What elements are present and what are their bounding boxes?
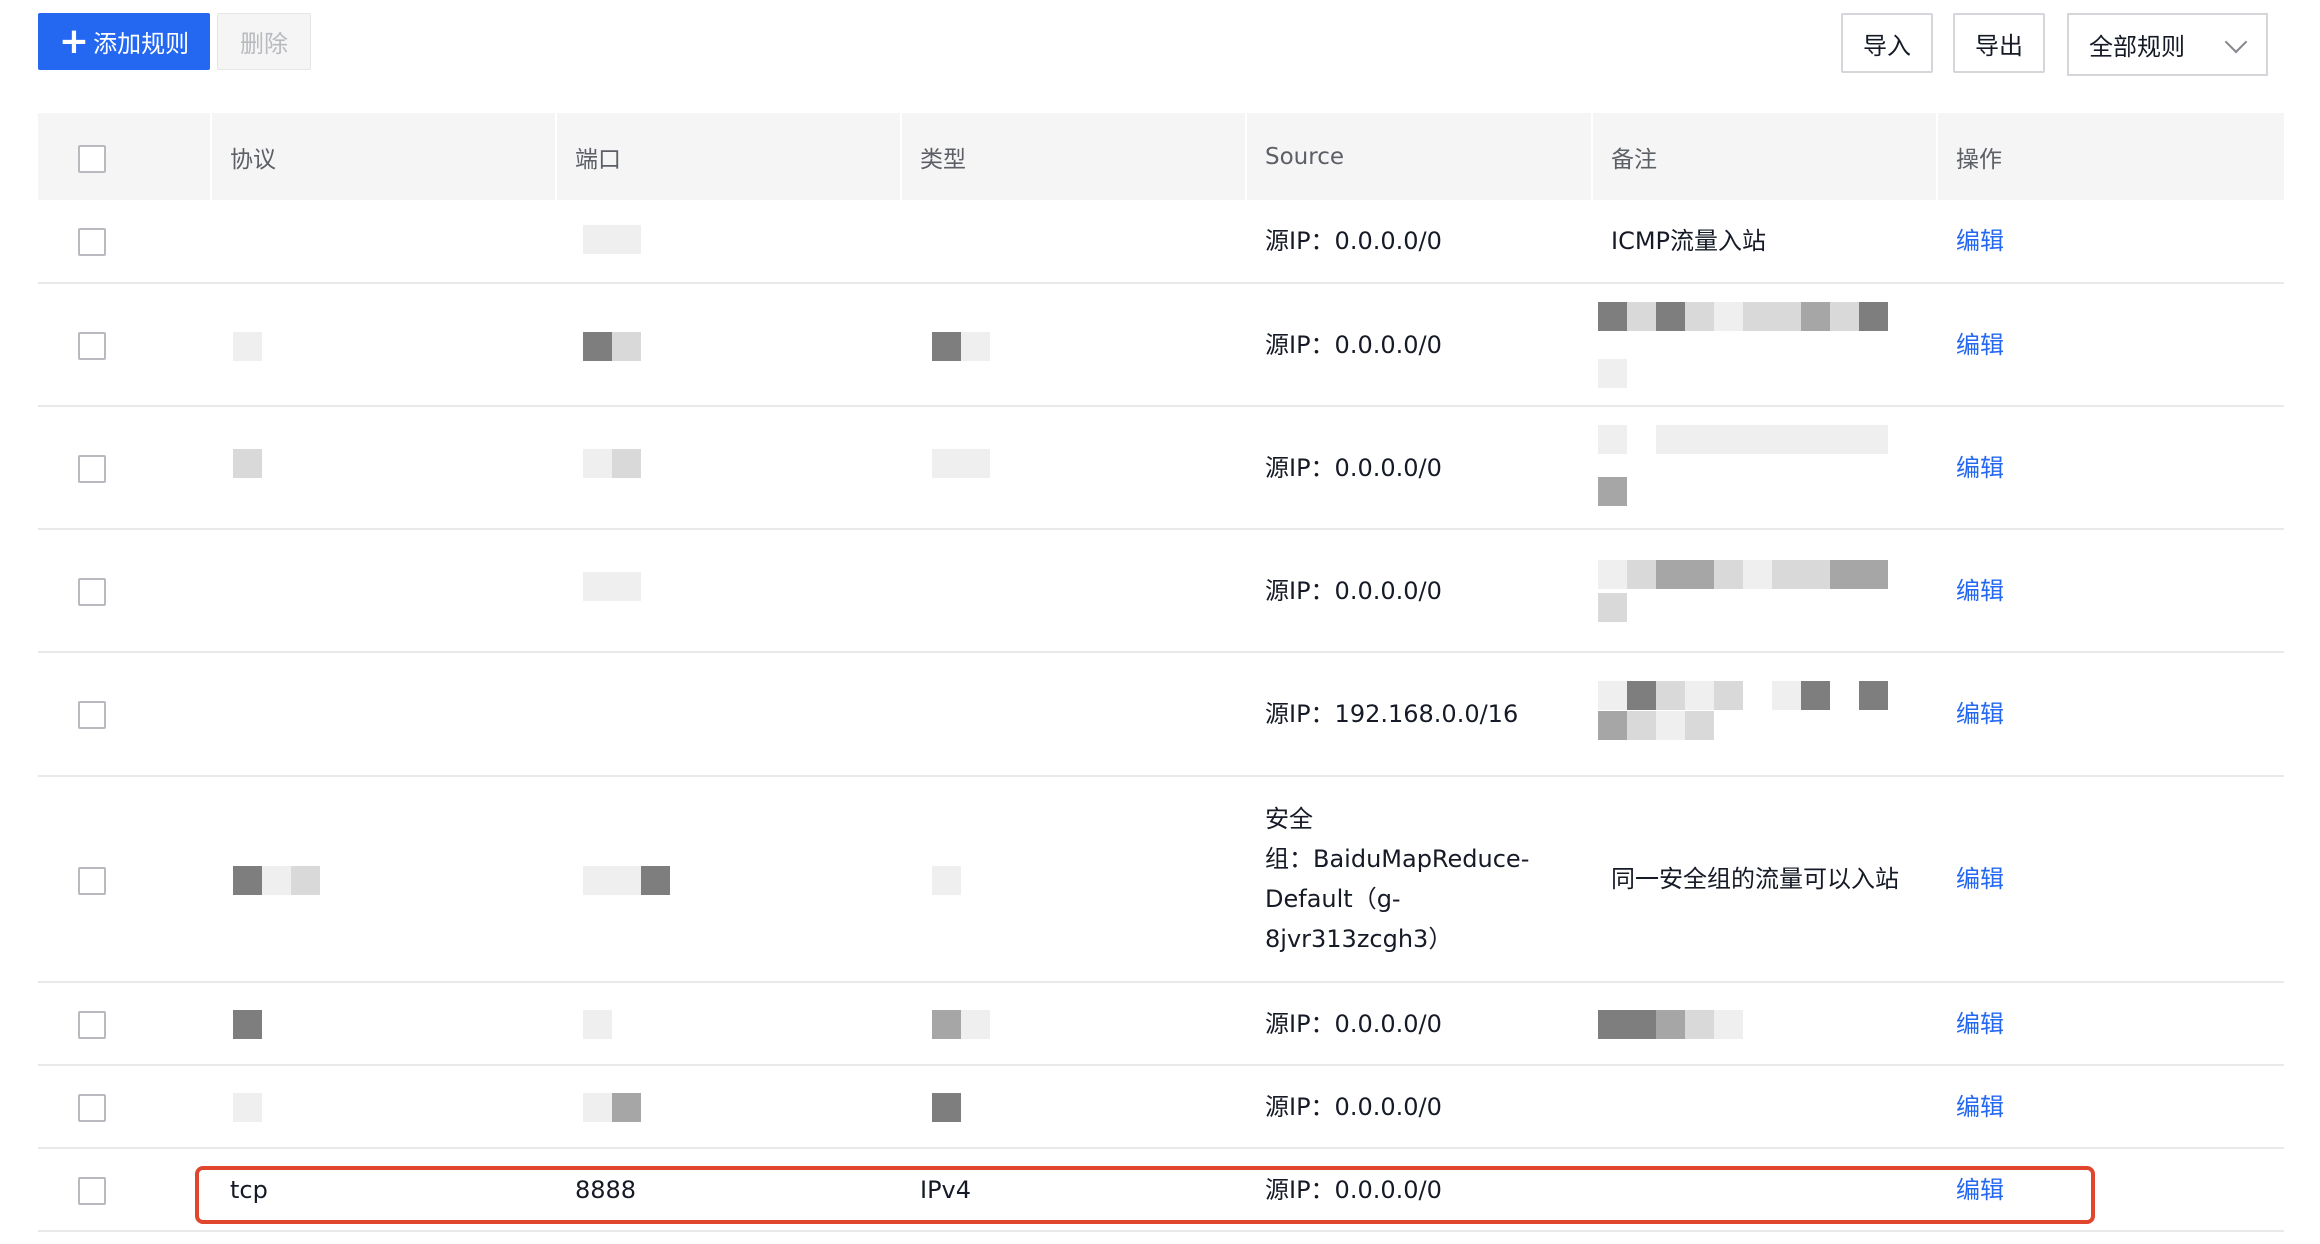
row-checkbox[interactable]: [78, 332, 106, 360]
add-rule-button[interactable]: + 添加规则: [38, 13, 210, 70]
protocol-cell: [210, 200, 555, 282]
table-row: 安全 组：BaiduMapReduce- Default（g- 8jvr313z…: [38, 777, 2284, 983]
header-action: 操作: [1956, 146, 2002, 173]
redacted-port: [583, 1093, 641, 1122]
row-checkbox[interactable]: [78, 701, 106, 729]
type-cell: [900, 530, 1245, 651]
edit-link[interactable]: 编辑: [1936, 983, 2284, 1064]
table-row: 源IP：0.0.0.0/0 编辑: [38, 407, 2284, 530]
redacted-note: [1598, 681, 1888, 710]
source-cell: 源IP：0.0.0.0/0: [1265, 576, 1442, 605]
select-all-checkbox[interactable]: [78, 145, 106, 173]
note-cell: [1591, 1066, 1936, 1147]
redacted-protocol: [233, 1010, 262, 1039]
source-cell: 源IP：0.0.0.0/0: [1265, 453, 1442, 482]
redacted-type: [932, 866, 961, 895]
edit-link[interactable]: 编辑: [1936, 530, 2284, 651]
source-cell: 源IP：0.0.0.0/0: [1265, 330, 1442, 359]
redacted-note: [1598, 302, 1888, 331]
edit-link[interactable]: 编辑: [1936, 407, 2284, 528]
source-cell: 源IP：0.0.0.0/0: [1265, 227, 1442, 255]
delete-button[interactable]: 删除: [217, 13, 311, 70]
redacted-protocol: [233, 1093, 262, 1122]
row-checkbox[interactable]: [78, 867, 106, 895]
row-checkbox[interactable]: [78, 1011, 106, 1039]
redacted-note: [1598, 560, 1888, 589]
redacted-port: [583, 225, 641, 254]
note-cell: 同一安全组的流量可以入站: [1611, 865, 1899, 893]
redacted-port: [583, 332, 641, 361]
redacted-note: [1598, 593, 1627, 622]
header-port[interactable]: 端口: [555, 113, 900, 200]
highlight-box: [195, 1166, 2095, 1224]
redacted-protocol: [233, 449, 262, 478]
source-cell: 源IP：0.0.0.0/0: [1265, 1009, 1442, 1038]
table-row: 源IP：0.0.0.0/0 编辑: [38, 983, 2284, 1066]
chevron-down-icon: [2224, 30, 2248, 54]
redacted-note: [1598, 711, 1714, 740]
header-source[interactable]: Source: [1245, 113, 1591, 200]
redacted-protocol: [233, 866, 320, 895]
row-checkbox[interactable]: [78, 228, 106, 256]
table-row: 源IP：192.168.0.0/16 编辑: [38, 653, 2284, 777]
redacted-note: [1598, 1010, 1743, 1039]
edit-link[interactable]: 编辑: [1936, 1066, 2284, 1147]
note-cell: [1591, 530, 1936, 651]
edit-link[interactable]: 编辑: [1936, 653, 2284, 775]
source-cell: 源IP：192.168.0.0/16: [1265, 700, 1519, 728]
protocol-cell: [210, 653, 555, 775]
table-row: 源IP：0.0.0.0/0 编辑: [38, 284, 2284, 407]
type-cell: [900, 653, 1245, 775]
delete-label: 删除: [240, 30, 288, 58]
header-type[interactable]: 类型: [900, 113, 1245, 200]
redacted-port: [583, 572, 641, 601]
redacted-protocol: [233, 332, 262, 361]
redacted-type: [932, 1010, 990, 1039]
export-button[interactable]: 导出: [1953, 13, 2045, 73]
protocol-cell: [210, 530, 555, 651]
plus-icon: +: [58, 20, 90, 62]
edit-link[interactable]: 编辑: [1936, 777, 2284, 981]
header-note[interactable]: 备注: [1591, 113, 1936, 200]
add-rule-label: 添加规则: [93, 30, 190, 58]
redacted-port: [583, 866, 670, 895]
source-cell: 源IP：0.0.0.0/0: [1265, 1092, 1442, 1121]
import-button[interactable]: 导入: [1841, 13, 1933, 73]
edit-link[interactable]: 编辑: [1936, 284, 2284, 405]
row-checkbox[interactable]: [78, 1094, 106, 1122]
row-checkbox[interactable]: [78, 578, 106, 606]
redacted-type: [932, 332, 990, 361]
table-row: 源IP：0.0.0.0/0 编辑: [38, 1066, 2284, 1149]
type-cell: [900, 200, 1245, 282]
port-cell: [555, 653, 900, 775]
redacted-note: [1598, 477, 1627, 506]
source-cell: 安全 组：BaiduMapReduce- Default（g- 8jvr313z…: [1265, 805, 1530, 953]
export-label: 导出: [1975, 31, 2023, 60]
header-protocol[interactable]: 协议: [210, 113, 555, 200]
redacted-type: [932, 449, 990, 478]
redacted-port: [583, 449, 641, 478]
edit-link[interactable]: 编辑: [1936, 200, 2284, 282]
table-row: 源IP：0.0.0.0/0 编辑: [38, 530, 2284, 653]
import-label: 导入: [1863, 31, 1911, 60]
table-row: 源IP：0.0.0.0/0 ICMP流量入站 编辑: [38, 200, 2284, 284]
redacted-port: [583, 1010, 612, 1039]
rule-filter-select[interactable]: 全部规则: [2067, 13, 2268, 76]
redacted-note: [1598, 359, 1627, 388]
redacted-type: [932, 1093, 961, 1122]
table-header: 协议 端口 类型 Source 备注 操作: [38, 113, 2284, 200]
row-checkbox[interactable]: [78, 455, 106, 483]
row-checkbox[interactable]: [78, 1177, 106, 1205]
rule-filter-value: 全部规则: [2089, 33, 2185, 61]
note-cell: ICMP流量入站: [1611, 227, 1767, 255]
redacted-note: [1598, 425, 1888, 454]
